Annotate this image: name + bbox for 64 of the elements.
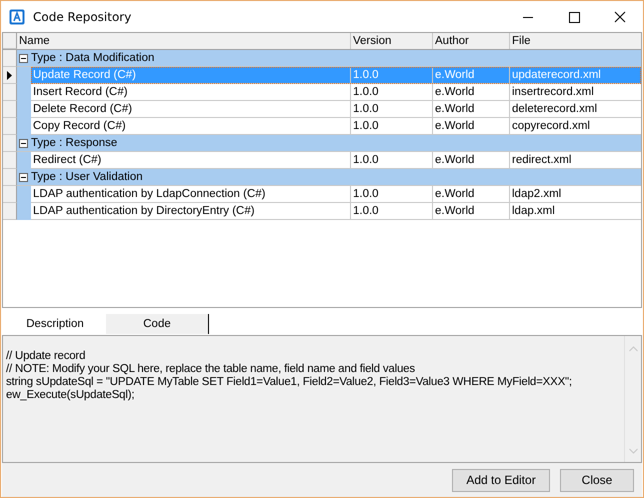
table-cell: e.World — [433, 203, 510, 219]
table-cell: e.World — [433, 101, 510, 117]
table-cell: e.World — [433, 186, 510, 202]
table-cell: e.World — [433, 84, 510, 100]
table-cell: e.World — [433, 152, 510, 168]
tab[interactable]: Description — [4, 314, 106, 334]
group-row[interactable]: Type : Response — [17, 135, 641, 152]
group-label: Type : Response — [31, 137, 118, 149]
scroll-bar[interactable] — [624, 336, 641, 462]
dialog-button[interactable]: Add to Editor — [452, 468, 550, 492]
table-cell: e.World — [433, 67, 510, 83]
column-header[interactable]: Author — [433, 33, 510, 49]
column-header[interactable]: File — [510, 33, 641, 49]
table-cell: Update Record (C#) — [31, 67, 351, 83]
table-row[interactable]: LDAP authentication by LdapConnection (C#) 1.0.0 e.World ldap2.xml — [31, 186, 641, 203]
table-cell: 1.0.0 — [351, 67, 433, 83]
table-cell: 1.0.0 — [351, 186, 433, 202]
scroll-down-icon[interactable] — [628, 448, 638, 454]
row-indent — [17, 152, 31, 169]
table-cell: LDAP authentication by DirectoryEntry (C#) — [31, 203, 351, 219]
tab[interactable]: Code — [106, 314, 209, 334]
code-line: string sUpdateSql = "UPDATE MyTable SET Field1=Value1, Field2=Value2, Field3=Value3 WHERE MyField=XXX"; — [6, 376, 573, 389]
table-cell: Delete Record (C#) — [31, 101, 351, 117]
row-indent — [17, 203, 31, 220]
group-label: Type : User Validation — [31, 171, 143, 183]
table-cell-text: copyrecord.xml — [511, 119, 591, 134]
table-row[interactable]: Delete Record (C#) 1.0.0 e.World deleterecord.xml — [31, 101, 641, 118]
row-indent — [17, 186, 31, 203]
table-cell: e.World — [433, 118, 510, 134]
group-label: Type : Data Modification — [31, 52, 154, 64]
table-cell-text: insertrecord.xml — [511, 85, 595, 100]
table-row[interactable]: Insert Record (C#) 1.0.0 e.World insertrecord.xml — [31, 84, 641, 101]
table-cell: 1.0.0 — [351, 84, 433, 100]
code-line: // Update record — [6, 350, 86, 363]
column-header[interactable]: Name — [17, 33, 351, 49]
group-row[interactable]: Type : Data Modification — [17, 50, 641, 67]
table-cell: Copy Record (C#) — [31, 118, 351, 134]
table-cell-text: deleterecord.xml — [511, 102, 598, 117]
group-row[interactable]: Type : User Validation — [17, 169, 641, 186]
table-cell: 1.0.0 — [351, 203, 433, 219]
app-icon — [9, 8, 25, 24]
row-header[interactable] — [3, 67, 17, 84]
table-cell-text: ldap2.xml — [511, 187, 562, 202]
collapse-icon[interactable] — [19, 172, 28, 182]
table-cell: LDAP authentication by LdapConnection (C#) — [31, 186, 351, 202]
table-cell-text: redirect.xml — [511, 153, 572, 168]
table-cell: 1.0.0 — [351, 118, 433, 134]
collapse-icon[interactable] — [19, 138, 28, 148]
row-indent — [17, 67, 31, 84]
table-cell: Redirect (C#) — [31, 152, 351, 168]
code-line: ew_Execute(sUpdateSql); — [6, 389, 136, 402]
collapse-icon[interactable] — [19, 54, 28, 62]
table-cell: 1.0.0 — [351, 152, 433, 168]
table-cell: Insert Record (C#) — [31, 84, 351, 100]
current-row-icon — [7, 70, 12, 80]
column-header[interactable]: Version — [351, 33, 433, 49]
table-row[interactable]: LDAP authentication by DirectoryEntry (C#) 1.0.0 e.World ldap.xml — [31, 203, 641, 220]
scroll-up-icon[interactable] — [628, 346, 638, 352]
table-cell: 1.0.0 — [351, 101, 433, 117]
dialog-button[interactable]: Close — [560, 468, 634, 492]
window-title: Code Repository — [33, 10, 132, 24]
table-cell-text: updaterecord.xml — [511, 68, 602, 83]
table-cell-text: ldap.xml — [511, 204, 556, 219]
code-line: // NOTE: Modify your SQL here, replace the table name, field name and field values — [6, 363, 416, 376]
